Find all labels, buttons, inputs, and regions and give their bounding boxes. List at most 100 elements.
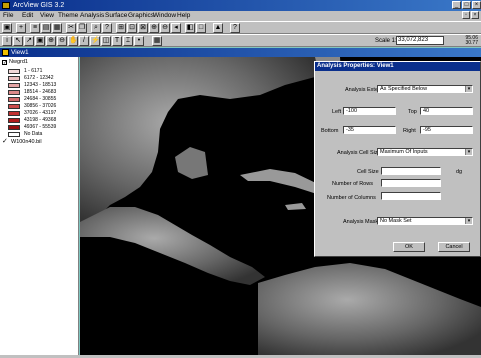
menu-analysis[interactable]: Analysis [80,12,104,19]
add-theme-icon[interactable]: + [16,23,26,33]
menu-help[interactable]: Help [177,12,190,19]
pan-icon[interactable]: ✋ [68,36,78,46]
ok-button[interactable]: OK [393,242,425,252]
draw-point-icon[interactable]: • [134,36,144,46]
cancel-button[interactable]: Cancel [438,242,470,252]
text-icon[interactable]: ⌶ [123,36,133,46]
find-icon[interactable]: ⌕ [91,23,101,33]
edit-legend-icon[interactable]: ▤ [41,23,51,33]
scale-input[interactable]: 33,072,823 [396,36,444,45]
view-window-icon[interactable] [2,49,9,56]
legend-label: 43198 - 49368 [24,117,57,123]
legend-row[interactable]: 37026 - 43197 [8,110,78,117]
legend-row[interactable]: 43198 - 49368 [8,117,78,124]
menu-graphics[interactable]: Graphics [128,12,154,19]
view-close-icon[interactable]: × [471,11,479,19]
area-of-interest-icon[interactable]: ◫ [101,36,111,46]
arcview-app-icon[interactable] [2,2,10,9]
analysis-cell-size-dropdown[interactable]: Maximum Of Inputs ▾ [377,148,473,156]
help-icon[interactable]: ? [230,23,240,33]
bottom-input[interactable]: -35 [343,126,396,134]
legend-label: 18514 - 24683 [24,89,57,95]
hotlink-icon[interactable]: ⚡ [90,36,100,46]
legend-swatch [8,118,20,123]
legend-row[interactable]: 6172 - 12342 [8,75,78,82]
coordinate-readout: 95.06 30.77 [448,36,478,46]
zoom-active-themes-icon[interactable]: ⊡ [127,23,137,33]
menu-theme[interactable]: Theme [58,12,78,19]
top-label: Top [408,109,417,115]
identify-icon[interactable]: i [2,36,12,46]
legend-swatch [8,97,20,102]
analysis-extent-value: As Specified Below [380,86,428,92]
zoom-full-extent-icon[interactable]: ⊞ [116,23,126,33]
legend-swatch [8,69,20,74]
menu-window[interactable]: Window [153,12,176,19]
zoom-in-icon[interactable]: ⊕ [149,23,159,33]
cut-icon[interactable]: ✂ [66,23,76,33]
tool-bar: i ↖ ↗ ▣ ⊕ ⊖ ✋ / ⚡ ◫ T ⌶ • ▦ Scale 1: 33,… [0,34,481,47]
legend-row[interactable]: 18514 - 24683 [8,89,78,96]
second-theme-name[interactable]: W100n40.bil [11,139,42,145]
select-feature-icon[interactable]: ▣ [35,36,45,46]
analysis-extent-dropdown[interactable]: As Specified Below ▾ [377,85,473,93]
query-builder-icon[interactable]: ? [102,23,112,33]
top-input[interactable]: 40 [420,107,473,115]
dropdown-arrow-icon[interactable]: ▾ [465,149,472,155]
second-theme-checkbox[interactable]: ✓ [2,138,8,145]
save-icon[interactable]: ▣ [2,23,12,33]
legend-label: 30856 - 37026 [24,103,57,109]
right-input[interactable]: -95 [420,126,473,134]
close-icon[interactable]: × [472,1,481,9]
number-of-rows-input[interactable] [381,179,441,187]
cell-size-input[interactable] [381,167,441,175]
copy-icon[interactable]: ❐ [77,23,87,33]
tool-zoom-out-icon[interactable]: ⊖ [57,36,67,46]
dropdown-arrow-icon[interactable]: ▾ [465,218,472,224]
maximize-icon[interactable]: □ [462,1,471,9]
number-of-columns-input[interactable] [381,192,441,200]
y-coordinate: 30.77 [465,40,478,46]
legend-label: 1 - 6171 [24,68,43,74]
clear-selection-icon[interactable]: □ [196,23,206,33]
zoom-out-icon[interactable]: ⊖ [160,23,170,33]
left-label: Left [332,109,342,115]
legend-row[interactable]: 49367 - 55539 [8,124,78,131]
menu-file[interactable]: File [3,12,13,19]
vertex-edit-icon[interactable]: ↗ [24,36,34,46]
legend-row[interactable]: 24684 - 30855 [8,96,78,103]
dropdown-arrow-icon[interactable]: ▾ [465,86,472,92]
legend-label: No Data [24,131,43,137]
theme-properties-icon[interactable]: ≡ [30,23,40,33]
legend-label: 49367 - 55539 [24,124,57,130]
label-icon[interactable]: T [112,36,122,46]
left-input[interactable]: -100 [343,107,396,115]
legend-swatch [8,111,20,116]
theme-name[interactable]: Nwgrd1 [9,59,28,65]
menu-edit[interactable]: Edit [22,12,33,19]
legend-row[interactable]: 30856 - 37026 [8,103,78,110]
spatial-analyst-icon[interactable]: ▦ [152,36,162,46]
menu-bar: File Edit View Theme Analysis Surface Gr… [0,11,481,21]
view-restore-icon[interactable]: ▫ [462,11,470,19]
legend-row[interactable]: 1 - 6171 [8,68,78,75]
legend-swatch [8,104,20,109]
legend-label: 6172 - 12342 [24,75,54,81]
menu-view[interactable]: View [40,12,54,19]
open-table-icon[interactable]: ▦ [52,23,62,33]
select-features-icon[interactable]: ◧ [185,23,195,33]
tool-zoom-in-icon[interactable]: ⊕ [46,36,56,46]
zoom-selected-icon[interactable]: ⊠ [138,23,148,33]
legend-row[interactable]: No Data [8,131,78,138]
analysis-mask-dropdown[interactable]: No Mask Set ▾ [377,217,473,225]
number-of-rows-label: Number of Rows [332,181,373,187]
pointer-icon[interactable]: ↖ [13,36,23,46]
raise-icon[interactable]: ▲ [213,23,223,33]
zoom-previous-icon[interactable]: ◂ [171,23,181,33]
legend-row[interactable]: 12343 - 18513 [8,82,78,89]
menu-surface[interactable]: Surface [105,12,127,19]
measure-icon[interactable]: / [79,36,89,46]
theme-visibility-checkbox[interactable]: ✓ [2,60,7,66]
legend-label: 12343 - 18513 [24,82,57,88]
minimize-icon[interactable]: _ [452,1,461,9]
